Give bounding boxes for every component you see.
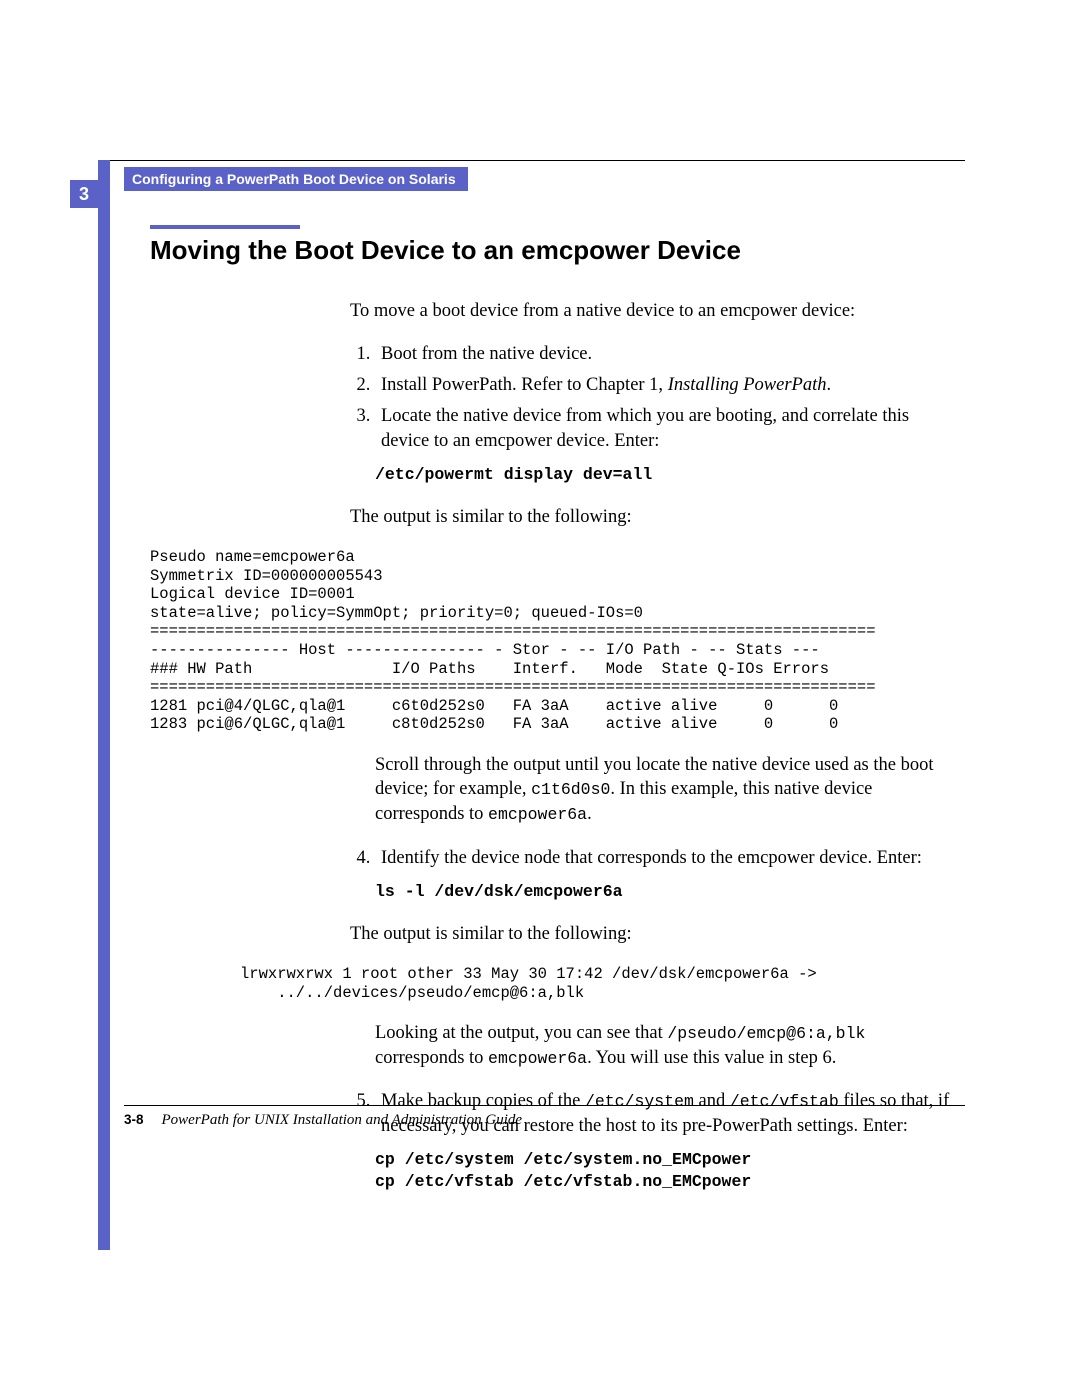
- step-4f-c: corresponds to: [375, 1048, 488, 1068]
- step-2-text-a: Install PowerPath. Refer to Chapter 1,: [381, 375, 668, 395]
- section-heading: Moving the Boot Device to an emcpower De…: [150, 235, 741, 266]
- procedure-list-cont: Identify the device node that correspond…: [375, 846, 950, 871]
- page-footer: 3-8 PowerPath for UNIX Installation and …: [124, 1105, 965, 1129]
- output-block-2: lrwxrwxrwx 1 root other 33 May 30 17:42 …: [240, 965, 950, 1002]
- step-2-text-c: .: [826, 375, 831, 395]
- step-3f-e: .: [587, 804, 592, 824]
- intro-paragraph: To move a boot device from a native devi…: [350, 299, 950, 324]
- step-3-followup: Scroll through the output until you loca…: [375, 753, 950, 828]
- output-intro-1: The output is similar to the following:: [350, 505, 950, 530]
- step-2: Install PowerPath. Refer to Chapter 1, I…: [375, 373, 950, 398]
- chapter-number-tab: 3: [70, 180, 98, 208]
- command-cp-vfstab: cp /etc/vfstab /etc/vfstab.no_EMCpower: [375, 1171, 950, 1193]
- step-4f-e: . You will use this value in step 6.: [587, 1048, 836, 1068]
- step-3: Locate the native device from which you …: [375, 404, 950, 454]
- step-1: Boot from the native device.: [375, 342, 950, 367]
- command-powermt: /etc/powermt display dev=all: [375, 464, 950, 486]
- step-4-followup: Looking at the output, you can see that …: [375, 1021, 950, 1071]
- command-ls: ls -l /dev/dsk/emcpower6a: [375, 881, 950, 903]
- output-block-1: Pseudo name=emcpower6a Symmetrix ID=0000…: [150, 548, 950, 734]
- page: 3 Configuring a PowerPath Boot Device on…: [0, 0, 1080, 1397]
- step-4: Identify the device node that correspond…: [375, 846, 950, 871]
- step-4f-path: /pseudo/emcp@6:a,blk: [667, 1024, 865, 1043]
- step-3f-device-example: c1t6d0s0: [531, 780, 610, 799]
- step-4f-a: Looking at the output, you can see that: [375, 1023, 667, 1043]
- doc-title-footer: PowerPath for UNIX Installation and Admi…: [162, 1112, 523, 1129]
- step-3f-emcpower: emcpower6a: [488, 805, 587, 824]
- output-intro-2: The output is similar to the following:: [350, 922, 950, 947]
- running-header-title: Configuring a PowerPath Boot Device on S…: [124, 167, 468, 191]
- content-body: To move a boot device from a native devi…: [150, 280, 950, 1204]
- footer-row: 3-8 PowerPath for UNIX Installation and …: [124, 1112, 965, 1129]
- footer-rule: [124, 1105, 965, 1106]
- procedure-list: Boot from the native device. Install Pow…: [375, 342, 950, 454]
- page-number: 3-8: [124, 1112, 144, 1127]
- step-2-reference: Installing PowerPath: [668, 375, 827, 395]
- header-rule: [110, 160, 965, 161]
- chapter-side-bar: [98, 160, 110, 1250]
- section-accent-rule: [150, 225, 300, 229]
- command-cp-system: cp /etc/system /etc/system.no_EMCpower: [375, 1149, 950, 1171]
- step-4f-emcpower: emcpower6a: [488, 1049, 587, 1068]
